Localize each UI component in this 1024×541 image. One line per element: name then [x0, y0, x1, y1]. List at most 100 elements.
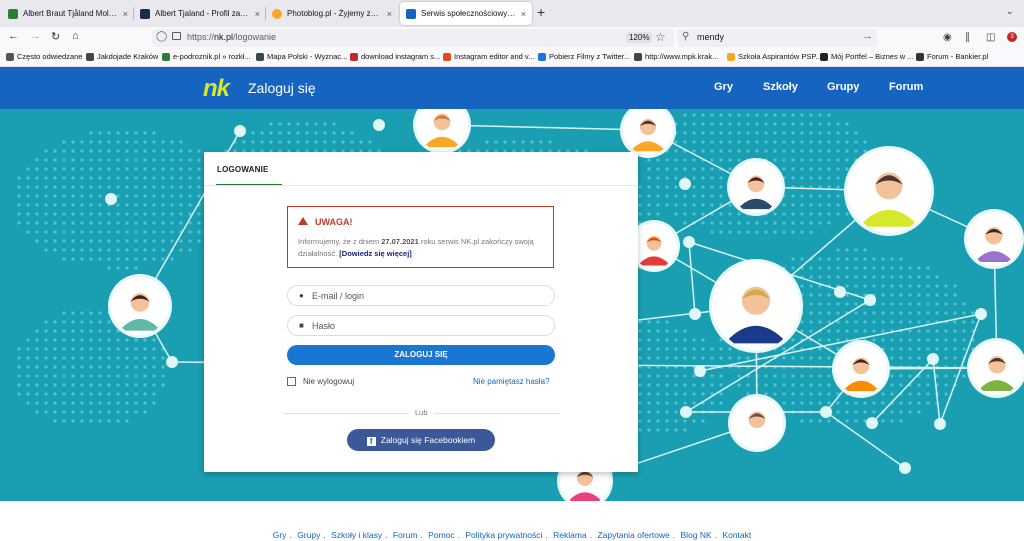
footer-link[interactable]: Zapytania ofertowe [597, 530, 669, 540]
close-tab-icon[interactable]: × [123, 9, 128, 19]
map-dot [251, 131, 255, 135]
footer-link[interactable]: Reklama [553, 530, 587, 540]
url-path: /logowanie [233, 32, 277, 42]
map-dot [62, 383, 66, 387]
footer-link[interactable]: Pomoc [428, 530, 454, 540]
remember-me-checkbox[interactable]: Nie wylogowuj [287, 377, 354, 386]
nk-logo[interactable]: nk [203, 75, 230, 103]
bookmark-item[interactable]: Forum - Bankier.pl [916, 52, 988, 61]
map-dot [44, 212, 48, 216]
map-dot [251, 140, 255, 144]
login-button[interactable]: ZALOGUJ SIĘ [287, 345, 555, 365]
bookmark-item[interactable]: Mój Portfel – Biznes w ... [820, 52, 914, 61]
address-bar[interactable]: ◯ https://nk.pl/logowanie 120% ☆ [152, 29, 674, 47]
map-dot [701, 356, 705, 360]
search-query[interactable]: mendy [697, 32, 724, 42]
map-dot [800, 230, 804, 234]
network-dot [166, 356, 178, 368]
map-dot [170, 185, 174, 189]
footer-link[interactable]: Blog NK [681, 530, 712, 540]
map-dot [836, 212, 840, 216]
nav-games[interactable]: Gry [714, 81, 733, 93]
map-dot [638, 410, 642, 414]
bookmark-item[interactable]: Mapa Polski - Wyznac... [256, 52, 347, 61]
home-icon[interactable]: ⌂ [72, 30, 79, 42]
map-dot [62, 320, 66, 324]
browser-tab[interactable]: Albert Tjaland - Profil zawodnik × [134, 2, 266, 25]
map-dot [926, 320, 930, 324]
footer-link[interactable]: Szkoły i klasy [331, 530, 382, 540]
sidebar-icon[interactable]: ◫ [986, 32, 995, 43]
map-dot [134, 410, 138, 414]
bookmark-item[interactable]: Pobierz Filmy z Twitter... [538, 52, 630, 61]
map-dot [683, 347, 687, 351]
browser-tab-active[interactable]: Serwis społecznościowy nk.pl - × [400, 2, 532, 25]
url-text[interactable]: https://nk.pl/logowanie [187, 32, 276, 42]
bookmark-favicon-icon [538, 52, 546, 61]
nav-groups[interactable]: Grupy [827, 81, 859, 93]
checkbox-icon[interactable] [287, 377, 296, 386]
map-dot [800, 167, 804, 171]
browser-tab[interactable]: Photoblog.pl - Żyjemy zdjęciam × [266, 2, 398, 25]
bookmark-star-icon[interactable]: ☆ [655, 30, 666, 44]
map-dot [125, 338, 129, 342]
close-tab-icon[interactable]: × [387, 9, 392, 19]
map-dot [692, 140, 696, 144]
map-dot [926, 284, 930, 288]
browser-tab[interactable]: Albert Braut Tjåland Molde FK × [2, 2, 134, 25]
bookmark-item[interactable]: Często odwiedzane [6, 52, 82, 61]
map-dot [26, 401, 30, 405]
footer-link[interactable]: Grupy [297, 530, 320, 540]
back-icon[interactable]: ← [8, 30, 19, 42]
bookmark-item[interactable]: Instagram editor and v... [443, 52, 534, 61]
close-tab-icon[interactable]: × [255, 9, 260, 19]
network-dot [680, 406, 692, 418]
map-dot [197, 158, 201, 162]
bookmark-item[interactable]: download instagram s... [350, 52, 440, 61]
reload-icon[interactable]: ↻ [51, 30, 60, 43]
forward-icon[interactable]: → [30, 30, 41, 42]
email-field[interactable]: ● [287, 285, 555, 306]
map-dot [71, 140, 75, 144]
bookmark-item[interactable]: e-podroznik.pl » rozkł... [162, 52, 251, 61]
password-field[interactable]: ■ [287, 315, 555, 336]
bookmark-favicon-icon [727, 52, 735, 61]
bookmark-item[interactable]: http://www.mpk.krak... [634, 52, 718, 61]
tab-login[interactable]: LOGOWANIE [217, 165, 269, 174]
footer-link[interactable]: Polityka prywatności [465, 530, 542, 540]
new-tab-button[interactable]: + [537, 4, 545, 20]
pocket-icon[interactable]: ◉ [943, 32, 952, 43]
footer-link[interactable]: Gry [273, 530, 287, 540]
tab-title: Photoblog.pl - Żyjemy zdjęciam [287, 9, 383, 18]
footer-link[interactable]: Kontakt [722, 530, 751, 540]
map-dot [692, 149, 696, 153]
email-input[interactable] [312, 289, 542, 302]
map-dot [719, 374, 723, 378]
forgot-password-link[interactable]: Nie pamiętasz hasła? [473, 377, 549, 386]
map-dot [791, 383, 795, 387]
bookmark-item[interactable]: Jakdojade Kraków [86, 52, 158, 61]
search-bar[interactable]: ⚲ mendy → [677, 29, 877, 47]
lock-icon[interactable] [172, 32, 181, 40]
map-dot [872, 311, 876, 315]
close-tab-icon[interactable]: × [521, 9, 526, 19]
search-go-icon[interactable]: → [862, 30, 873, 42]
learn-more-link[interactable]: [Dowiedz się więcej] [339, 249, 412, 258]
map-dot [80, 419, 84, 423]
map-dot [125, 167, 129, 171]
extension-badge-icon[interactable]: 3 [1007, 32, 1017, 42]
password-input[interactable] [312, 319, 542, 332]
footer-link[interactable]: Forum [393, 530, 418, 540]
map-dot [953, 293, 957, 297]
list-all-tabs-icon[interactable]: ⌄ [1006, 6, 1014, 17]
map-dot [161, 185, 165, 189]
map-dot [647, 428, 651, 432]
facebook-login-button[interactable]: f Zaloguj się Facebookiem [347, 429, 495, 451]
library-icon[interactable]: ∥ [965, 32, 970, 43]
tracking-protection-icon[interactable]: ◯ [156, 31, 167, 42]
nav-schools[interactable]: Szkoły [763, 81, 798, 93]
zoom-level-button[interactable]: 120% [626, 32, 653, 43]
nav-forum[interactable]: Forum [889, 81, 923, 93]
bookmark-item[interactable]: Szkoła Aspirantów PSP... [727, 52, 822, 61]
network-dot [820, 406, 832, 418]
